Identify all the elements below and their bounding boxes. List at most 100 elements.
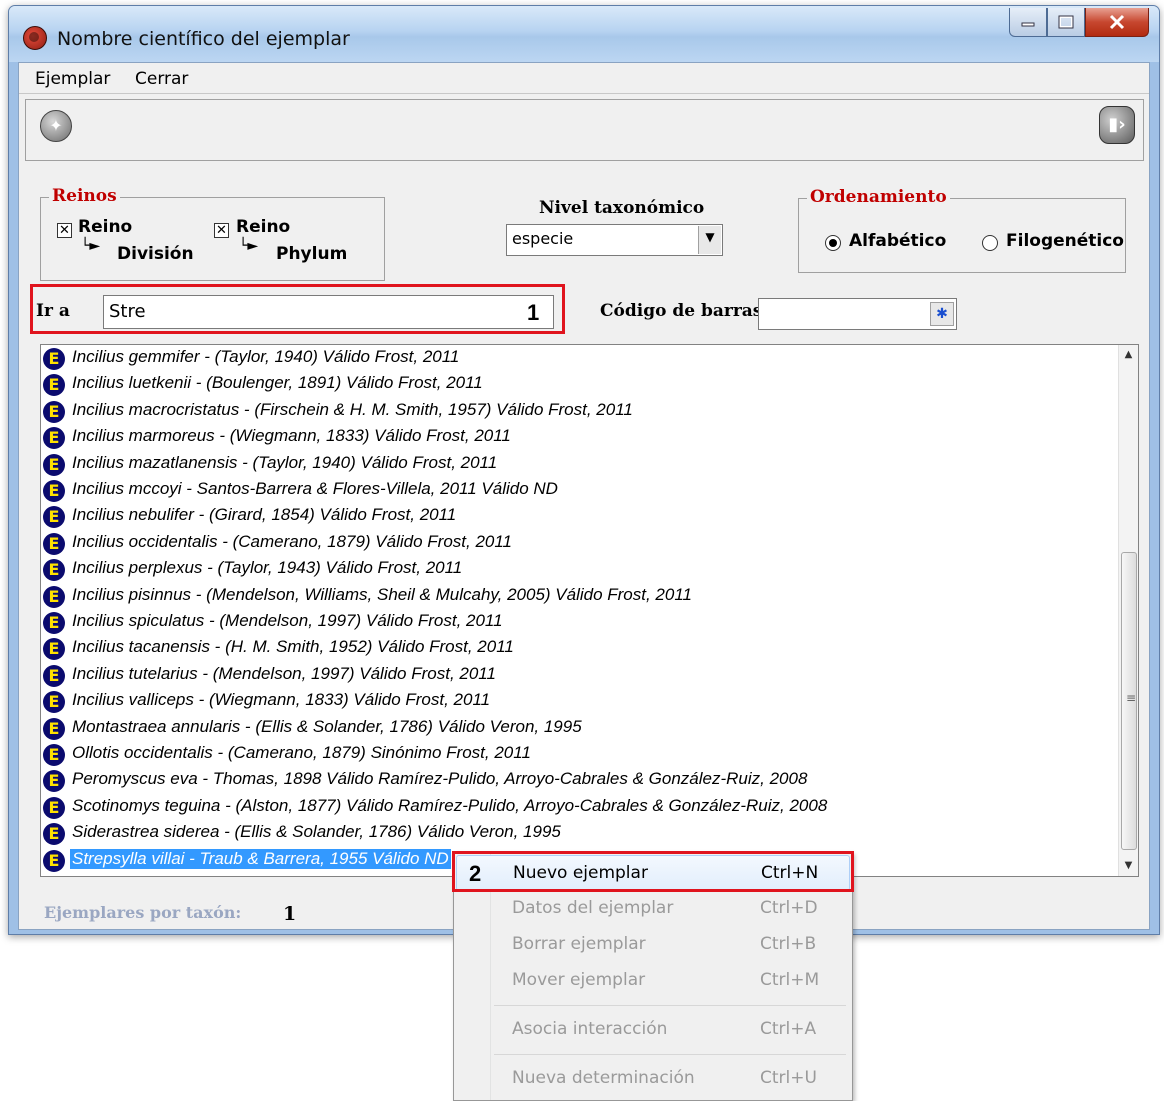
list-item-text: Incilius macrocristatus - (Firschein & H… bbox=[72, 399, 633, 419]
menu-item-asocia-interaccion[interactable]: Asocia interacción Ctrl+A bbox=[456, 1012, 848, 1046]
menu-item-label: Datos del ejemplar bbox=[512, 898, 674, 918]
list-item[interactable]: E Incilius luetkenii - (Boulenger, 1891) … bbox=[41, 371, 1116, 397]
list-item[interactable]: E Incilius spiculatus - (Mendelson, 1997)… bbox=[41, 609, 1116, 635]
new-specimen-icon[interactable]: ✦ bbox=[40, 110, 72, 142]
list-item-text: Incilius mazatlanensis - (Taylor, 1940) … bbox=[72, 452, 498, 472]
list-item-text: Incilius luetkenii - (Boulenger, 1891) V… bbox=[72, 373, 483, 393]
window-title: Nombre científico del ejemplar bbox=[57, 28, 350, 50]
menu-item-shortcut: Ctrl+U bbox=[760, 1068, 817, 1088]
specimen-e-icon: E bbox=[43, 506, 65, 529]
list-item-text: Incilius spiculatus - (Mendelson, 1997) … bbox=[72, 611, 503, 630]
list-item[interactable]: E Incilius tacanensis - (H. M. Smith, 195… bbox=[41, 635, 1116, 661]
specimen-e-icon: E bbox=[43, 717, 65, 740]
menu-bar: Ejemplar Cerrar bbox=[19, 63, 1149, 94]
specimen-e-icon: E bbox=[43, 532, 65, 555]
specimen-e-icon: E bbox=[43, 664, 65, 687]
close-button[interactable] bbox=[1085, 8, 1149, 37]
nivel-combobox[interactable]: especie ▼ bbox=[506, 224, 723, 256]
specimen-e-icon: E bbox=[43, 585, 65, 608]
list-item[interactable]: E Incilius tutelarius - (Mendelson, 1997)… bbox=[41, 662, 1116, 688]
list-item-text: Incilius perplexus - (Taylor, 1943) Váli… bbox=[72, 558, 463, 578]
list-item[interactable]: E Incilius mazatlanensis - (Taylor, 1940)… bbox=[41, 451, 1116, 477]
reinos-group: Reinos ✕ Reino └► División ✕ Reino └► Ph… bbox=[40, 186, 385, 281]
grip-icon: ≡ bbox=[1126, 691, 1137, 705]
asterisk-icon[interactable]: ✱ bbox=[930, 302, 954, 326]
codigo-input[interactable]: ✱ bbox=[758, 298, 957, 330]
menu-item-nueva-determinacion[interactable]: Nueva determinación Ctrl+U bbox=[456, 1061, 848, 1095]
app-window: Nombre científico del ejemplar Ejemplar … bbox=[8, 5, 1160, 935]
step-number-1: 1 bbox=[527, 300, 540, 325]
specimen-e-icon: E bbox=[43, 638, 65, 661]
title-bar[interactable]: Nombre científico del ejemplar bbox=[9, 6, 1159, 62]
list-item[interactable]: E Incilius perplexus - (Taylor, 1943) Vál… bbox=[41, 556, 1116, 582]
species-list[interactable]: E Incilius gemmifer - (Taylor, 1940) Váli… bbox=[40, 344, 1139, 877]
reino-phylum-checkbox[interactable]: ✕ bbox=[214, 223, 229, 238]
list-item[interactable]: E Siderastrea siderea - (Ellis & Solander… bbox=[41, 820, 1116, 846]
specimen-e-icon: E bbox=[43, 612, 65, 634]
list-item[interactable]: E Incilius macrocristatus - (Firschein & … bbox=[41, 398, 1116, 424]
menu-separator bbox=[494, 1054, 846, 1055]
dropdown-arrow-icon[interactable]: ▼ bbox=[698, 226, 721, 254]
exit-door-icon[interactable]: ▮› bbox=[1099, 106, 1135, 144]
specimen-e-icon: E bbox=[43, 849, 65, 872]
menu-item-shortcut: Ctrl+B bbox=[760, 934, 817, 954]
minimize-button[interactable] bbox=[1009, 8, 1047, 37]
nivel-label-text: Nivel taxonómico bbox=[539, 198, 705, 218]
step-number-2: 2 bbox=[469, 861, 482, 886]
list-item-text: Ollotis occidentalis - (Camerano, 1879) … bbox=[72, 743, 531, 762]
list-item[interactable]: E Incilius marmoreus - (Wiegmann, 1833) V… bbox=[41, 424, 1116, 450]
client-area: Ejemplar Cerrar ✦ ▮› Reinos ✕ Reino └► D… bbox=[18, 62, 1150, 930]
arrow-icon: └► bbox=[239, 238, 259, 254]
list-item[interactable]: E Ollotis occidentalis - (Camerano, 1879)… bbox=[41, 741, 1116, 767]
list-item[interactable]: E Incilius mccoyi - Santos-Barrera & Flor… bbox=[41, 477, 1116, 503]
reino-division-line1: Reino bbox=[78, 217, 133, 237]
list-item[interactable]: E Incilius valliceps - (Wiegmann, 1833) V… bbox=[41, 688, 1116, 714]
list-item-text: Incilius valliceps - (Wiegmann, 1833) Vá… bbox=[72, 690, 491, 710]
list-item[interactable]: E Scotinomys teguina - (Alston, 1877) Vál… bbox=[41, 794, 1116, 820]
menu-item-borrar-ejemplar[interactable]: Borrar ejemplar Ctrl+B bbox=[456, 927, 848, 961]
list-item[interactable]: E Montastraea annularis - (Ellis & Soland… bbox=[41, 715, 1116, 741]
list-item[interactable]: E Incilius occidentalis - (Camerano, 1879… bbox=[41, 530, 1116, 556]
filogenetico-radio[interactable] bbox=[982, 235, 998, 251]
nivel-value: especie bbox=[512, 229, 574, 248]
alfabetico-radio[interactable] bbox=[825, 235, 841, 251]
specimen-e-icon: E bbox=[43, 374, 65, 397]
list-item-text: Incilius gemmifer - (Taylor, 1940) Válid… bbox=[72, 347, 460, 366]
scrollbar-thumb[interactable]: ≡ bbox=[1121, 552, 1137, 850]
list-item-text: Incilius tutelarius - (Mendelson, 1997) … bbox=[72, 663, 496, 683]
list-item[interactable]: E Peromyscus eva - Thomas, 1898 Válido Ra… bbox=[41, 767, 1116, 793]
scroll-down-arrow-icon[interactable]: ▼ bbox=[1119, 856, 1138, 876]
specimen-e-icon: E bbox=[43, 691, 65, 714]
list-item-text: Montastraea annularis - (Ellis & Solande… bbox=[72, 716, 582, 736]
reino-division-line2: División bbox=[117, 244, 194, 264]
list-item-text: Incilius tacanensis - (H. M. Smith, 1952… bbox=[72, 637, 514, 657]
menu-item-mover-ejemplar[interactable]: Mover ejemplar Ctrl+M bbox=[456, 963, 848, 997]
ejemplares-label: Ejemplares por taxón: bbox=[44, 903, 242, 922]
reino-division-checkbox[interactable]: ✕ bbox=[57, 223, 72, 238]
list-item[interactable]: E Incilius pisinnus - (Mendelson, William… bbox=[41, 583, 1116, 609]
menu-cerrar[interactable]: Cerrar bbox=[135, 69, 188, 89]
scroll-up-arrow-icon[interactable]: ▲ bbox=[1119, 345, 1138, 365]
reinos-title: Reinos bbox=[49, 186, 120, 206]
menu-item-label: Borrar ejemplar bbox=[512, 934, 646, 954]
specimen-e-icon: E bbox=[43, 348, 65, 370]
vertical-scrollbar[interactable]: ▲ ≡ ▼ bbox=[1118, 345, 1138, 876]
list-item[interactable]: E Incilius gemmifer - (Taylor, 1940) Váli… bbox=[41, 345, 1116, 371]
list-item-text: Incilius pisinnus - (Mendelson, Williams… bbox=[72, 584, 692, 604]
list-item-text: Scotinomys teguina - (Alston, 1877) Váli… bbox=[72, 795, 828, 815]
list-item-text: Strepsylla villai - Traub & Barrera, 195… bbox=[70, 848, 451, 869]
toolbar: ✦ ▮› bbox=[25, 99, 1144, 161]
filogenetico-label[interactable]: Filogenético bbox=[1006, 231, 1124, 251]
specimen-e-icon: E bbox=[43, 744, 65, 766]
annotation-box-2 bbox=[452, 851, 854, 892]
minimize-icon bbox=[1021, 22, 1035, 27]
list-item-text: Siderastrea siderea - (Ellis & Solander,… bbox=[72, 822, 561, 842]
list-item[interactable]: E Incilius nebulifer - (Girard, 1854) Vál… bbox=[41, 503, 1116, 529]
alfabetico-label[interactable]: Alfabético bbox=[849, 231, 946, 251]
menu-item-datos-del-ejemplar[interactable]: Datos del ejemplar Ctrl+D bbox=[456, 891, 848, 925]
menu-item-label: Mover ejemplar bbox=[512, 970, 646, 990]
menu-ejemplar[interactable]: Ejemplar bbox=[35, 69, 110, 89]
maximize-button[interactable] bbox=[1047, 8, 1085, 37]
menu-item-shortcut: Ctrl+M bbox=[760, 970, 820, 990]
nivel-label: Nivel taxonómico bbox=[539, 198, 704, 218]
